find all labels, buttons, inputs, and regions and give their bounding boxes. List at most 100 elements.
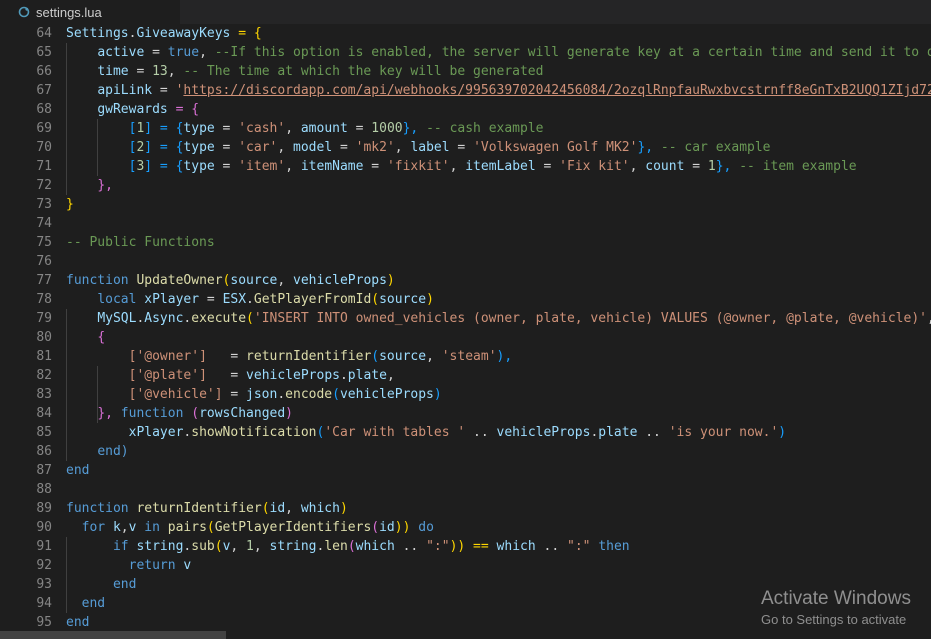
code-token: = bbox=[347, 121, 372, 136]
code-token: which bbox=[496, 539, 536, 554]
code-token: Async bbox=[144, 311, 184, 326]
code-line-91[interactable]: if string.sub(v, 1, string.len(which .. … bbox=[66, 537, 931, 556]
code-token: which bbox=[300, 501, 340, 516]
code-token: = bbox=[214, 140, 239, 155]
code-line-92[interactable]: return v bbox=[66, 556, 931, 575]
code-token: = bbox=[449, 140, 474, 155]
code-token: ( bbox=[261, 501, 270, 516]
code-token: itemName bbox=[300, 159, 364, 174]
code-line-64[interactable]: Settings.GiveawayKeys = { bbox=[66, 24, 931, 43]
code-line-68[interactable]: gwRewards = { bbox=[66, 100, 931, 119]
code-line-88[interactable] bbox=[66, 480, 931, 499]
line-number: 95 bbox=[36, 615, 52, 630]
line-number: 91 bbox=[36, 539, 52, 554]
line-number: 85 bbox=[36, 425, 52, 440]
code-line-86[interactable]: end) bbox=[66, 442, 931, 461]
code-token: Settings bbox=[66, 26, 129, 41]
code-line-77[interactable]: function UpdateOwner(source, vehicleProp… bbox=[66, 271, 931, 290]
code-token: = bbox=[152, 83, 176, 98]
code-line-66[interactable]: time = 13, -- The time at which the key … bbox=[66, 62, 931, 81]
webhook-link[interactable]: https://discordapp.com/api/webhooks/9956… bbox=[183, 83, 931, 98]
code-token: -- cash example bbox=[426, 121, 544, 136]
code-token: 'car' bbox=[238, 140, 278, 155]
code-token: , bbox=[426, 349, 442, 364]
code-token: .. bbox=[535, 539, 567, 554]
code-token: = bbox=[363, 159, 387, 174]
code-token: , bbox=[285, 159, 301, 174]
code-line-85[interactable]: xPlayer.showNotification('Car with table… bbox=[66, 423, 931, 442]
code-line-69[interactable]: [1] = {type = 'cash', amount = 1000}, --… bbox=[66, 119, 931, 138]
code-token: ) bbox=[285, 406, 293, 421]
code-token: = bbox=[128, 64, 153, 79]
code-token: local bbox=[97, 292, 137, 307]
code-line-87[interactable]: end bbox=[66, 461, 931, 480]
code-token: = bbox=[535, 159, 560, 174]
code-token: ] = { bbox=[144, 159, 184, 174]
code-token: }, bbox=[715, 159, 740, 174]
code-line-89[interactable]: function returnIdentifier(id, which) bbox=[66, 499, 931, 518]
code-lines[interactable]: Settings.GiveawayKeys = { active = true,… bbox=[66, 24, 931, 632]
code-line-82[interactable]: ['@plate'] = vehicleProps.plate, bbox=[66, 366, 931, 385]
code-token: then bbox=[598, 539, 630, 554]
code-line-83[interactable]: ['@vehicle'] = json.encode(vehicleProps) bbox=[66, 385, 931, 404]
code-token: id bbox=[269, 501, 286, 516]
code-token: itemLabel bbox=[465, 159, 536, 174]
code-token: len bbox=[324, 539, 348, 554]
code-line-73[interactable]: } bbox=[66, 195, 931, 214]
code-token: ( bbox=[206, 520, 215, 535]
code-token: -- item example bbox=[739, 159, 857, 174]
code-token: )) == bbox=[449, 539, 497, 554]
code-line-75[interactable]: -- Public Functions bbox=[66, 233, 931, 252]
line-number: 67 bbox=[36, 83, 52, 98]
code-token: return bbox=[128, 558, 176, 573]
line-number: 79 bbox=[36, 311, 52, 326]
line-number: 80 bbox=[36, 330, 52, 345]
code-token: = bbox=[222, 387, 247, 402]
code-token: execute bbox=[191, 311, 247, 326]
code-token: .. bbox=[637, 425, 669, 440]
code-token: which bbox=[355, 539, 395, 554]
code-editor[interactable]: 64 65 66 67 68 69 70 71 72 73 74 75 76 7… bbox=[0, 24, 931, 639]
code-token: ":" bbox=[567, 539, 591, 554]
horizontal-scrollbar-thumb[interactable] bbox=[0, 631, 226, 639]
code-token: 'Fix kit' bbox=[559, 159, 630, 174]
code-token: returnIdentifier bbox=[246, 349, 372, 364]
code-line-80[interactable]: { bbox=[66, 328, 931, 347]
code-line-79[interactable]: MySQL.Async.execute('INSERT INTO owned_v… bbox=[66, 309, 931, 328]
code-line-71[interactable]: [3] = {type = 'item', itemName = 'fixkit… bbox=[66, 157, 931, 176]
code-line-81[interactable]: ['@owner'] = returnIdentifier(source, 's… bbox=[66, 347, 931, 366]
code-token: , bbox=[629, 159, 646, 174]
code-token: } bbox=[66, 197, 74, 212]
code-line-72[interactable]: }, bbox=[66, 176, 931, 195]
code-line-70[interactable]: [2] = {type = 'car', model = 'mk2', labe… bbox=[66, 138, 931, 157]
code-line-65[interactable]: active = true, --If this option is enabl… bbox=[66, 43, 931, 62]
code-token: showNotification bbox=[191, 425, 317, 440]
code-token: amount bbox=[300, 121, 348, 136]
code-token: ['@owner'] bbox=[128, 349, 207, 364]
code-token: sub bbox=[191, 539, 215, 554]
line-number: 90 bbox=[36, 520, 52, 535]
code-token: time bbox=[97, 64, 129, 79]
code-token: , bbox=[199, 45, 215, 60]
code-token: = bbox=[206, 349, 247, 364]
watermark-subtitle: Go to Settings to activate bbox=[761, 612, 907, 627]
code-line-78[interactable]: local xPlayer = ESX.GetPlayerFromId(sour… bbox=[66, 290, 931, 309]
watermark-title: Activate Windows bbox=[761, 588, 911, 609]
code-token: 'steam' bbox=[441, 349, 497, 364]
code-token: GiveawayKeys bbox=[136, 26, 231, 41]
code-line-84[interactable]: }, function (rowsChanged) bbox=[66, 404, 931, 423]
line-number: 92 bbox=[36, 558, 52, 573]
code-line-76[interactable] bbox=[66, 252, 931, 271]
code-token: ] = { bbox=[144, 121, 184, 136]
code-token: apiLink bbox=[97, 83, 153, 98]
code-token: ] = { bbox=[144, 140, 184, 155]
code-line-90[interactable]: for k,v in pairs(GetPlayerIdentifiers(id… bbox=[66, 518, 931, 537]
line-number: 87 bbox=[36, 463, 52, 478]
code-token: gwRewards bbox=[97, 102, 168, 117]
code-token: source bbox=[230, 273, 278, 288]
tab-settings-lua[interactable]: settings.lua bbox=[0, 0, 180, 24]
code-token: . bbox=[277, 387, 286, 402]
code-line-74[interactable] bbox=[66, 214, 931, 233]
code-token: , bbox=[927, 311, 931, 326]
code-line-67[interactable]: apiLink = 'https://discordapp.com/api/we… bbox=[66, 81, 931, 100]
